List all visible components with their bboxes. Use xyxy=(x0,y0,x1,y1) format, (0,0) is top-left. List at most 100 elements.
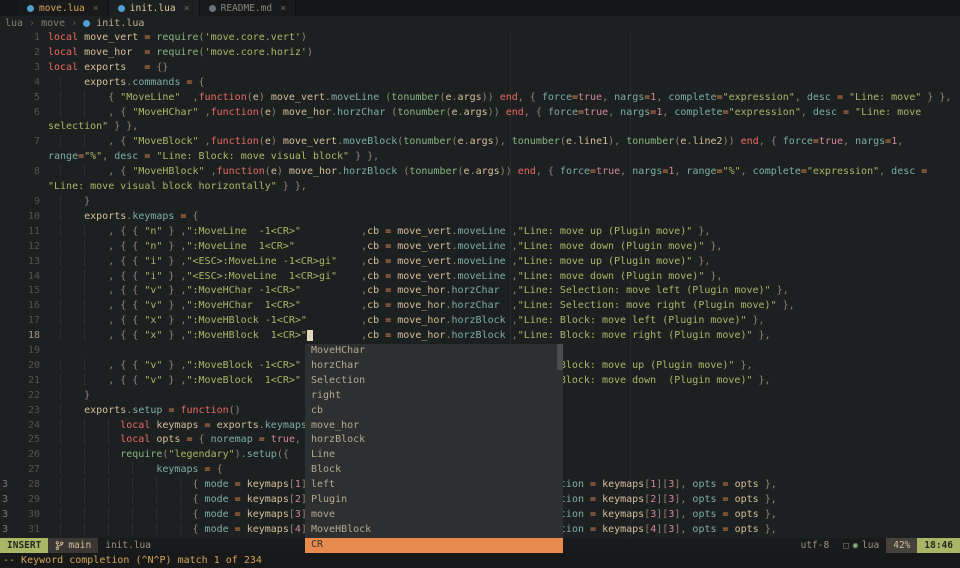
line-number xyxy=(14,180,40,195)
clock: 18:46 xyxy=(917,538,960,553)
line-number: 16 xyxy=(27,300,40,312)
code-text[interactable]: ▏ ▏ ▏ require("legendary").setup({ xyxy=(40,448,289,463)
fold-column[interactable]: 3 xyxy=(0,478,14,493)
completion-popup: MoveHChar horzChar Selection right cb move_ho… xyxy=(305,344,563,553)
completion-item[interactable]: Selection xyxy=(305,374,563,389)
code-text[interactable]: local exports = {} xyxy=(40,61,168,76)
code-text[interactable]: ▏ ▏ , { "MoveHChar" ,function(e) move_ho… xyxy=(40,106,921,121)
completion-item[interactable]: Line xyxy=(305,448,563,463)
code-text[interactable]: ▏ } xyxy=(40,389,90,404)
fold-column[interactable] xyxy=(0,135,14,150)
fold-column[interactable] xyxy=(0,225,14,240)
code-text[interactable]: ▏ ▏ , { { "n" } ,":MoveLine 1<CR>" ,cb =… xyxy=(40,240,722,255)
code-text[interactable]: range="%", desc = "Line: Block: move vis… xyxy=(40,150,379,165)
fold-column[interactable]: 3 xyxy=(0,508,14,523)
completion-item[interactable]: Block xyxy=(305,463,563,478)
breadcrumb-dir[interactable]: move xyxy=(41,18,65,29)
completion-item-selected[interactable]: CR xyxy=(305,537,563,553)
close-icon[interactable]: × xyxy=(184,3,190,14)
close-icon[interactable]: × xyxy=(280,3,286,14)
fold-column[interactable] xyxy=(0,299,14,314)
code-line: 2 local move_hor = require('move.core.hor… xyxy=(0,46,960,61)
editor-tab[interactable]: README.md × xyxy=(199,0,297,16)
code-text[interactable]: "Line: move visual block horizontally" }… xyxy=(40,180,307,195)
completion-item[interactable]: MoveHBlock xyxy=(305,523,563,538)
fold-column[interactable]: 3 xyxy=(0,493,14,508)
fold-column[interactable] xyxy=(0,374,14,389)
completion-item[interactable]: move xyxy=(305,508,563,523)
code-text[interactable]: ▏ ▏ , { { "i" } ,"<ESC>:MoveLine -1<CR>g… xyxy=(40,255,710,270)
code-text[interactable]: ▏ ▏ { "MoveLine" ,function(e) move_vert.… xyxy=(40,91,951,106)
fold-column[interactable] xyxy=(0,433,14,448)
code-text[interactable]: ▏ ▏ , { { "n" } ,":MoveLine -1<CR>" ,cb … xyxy=(40,225,710,240)
fold-column[interactable] xyxy=(0,165,14,180)
tab-label: init.lua xyxy=(129,2,176,14)
code-text[interactable]: ▏ ▏ , { { "v" } ,":MoveHChar 1<CR>" ,cb … xyxy=(40,299,795,314)
code-text[interactable]: local move_vert = require('move.core.ver… xyxy=(40,31,307,46)
code-text[interactable]: selection" } }, xyxy=(40,120,138,135)
fold-column[interactable] xyxy=(0,210,14,225)
fold-column[interactable] xyxy=(0,106,14,121)
fold-column[interactable] xyxy=(0,195,14,210)
code-text[interactable]: ▏ ▏ ▏ ▏ keymaps = { xyxy=(40,463,223,478)
completion-item[interactable]: MoveHChar xyxy=(305,344,563,359)
fold-column[interactable] xyxy=(0,91,14,106)
editor-tab[interactable]: move.lua × xyxy=(18,0,109,16)
fold-column[interactable] xyxy=(0,150,14,165)
fold-column[interactable] xyxy=(0,255,14,270)
fold-column[interactable] xyxy=(0,359,14,374)
line-number: 18 xyxy=(27,330,40,342)
code-text[interactable]: local move_hor = require('move.core.hori… xyxy=(40,46,313,61)
fold-column[interactable] xyxy=(0,404,14,419)
fold-column[interactable]: 3 xyxy=(0,523,14,538)
code-text[interactable]: ▏ ▏ , { "MoveBlock" ,function(e) move_ve… xyxy=(40,135,903,150)
code-text[interactable]: ▏ ▏ , { "MoveHBlock" ,function(e) move_h… xyxy=(40,165,927,180)
fold-column[interactable] xyxy=(0,284,14,299)
completion-item[interactable]: left xyxy=(305,478,563,493)
line-number: 17 xyxy=(27,315,40,327)
editor-window: move.lua × init.lua × README.md × lua › move … xyxy=(0,0,960,568)
breadcrumb-file[interactable]: init.lua xyxy=(96,18,144,29)
fold-column[interactable] xyxy=(0,61,14,76)
code-text[interactable]: ▏ exports.commands = { xyxy=(40,76,205,91)
code-text[interactable]: ▏ } xyxy=(40,195,90,210)
code-text[interactable] xyxy=(40,344,48,359)
fold-column[interactable] xyxy=(0,463,14,478)
markdown-icon xyxy=(208,4,216,12)
completion-item[interactable]: horzBlock xyxy=(305,433,563,448)
fold-column[interactable] xyxy=(0,314,14,329)
fold-column[interactable] xyxy=(0,448,14,463)
fold-column[interactable] xyxy=(0,240,14,255)
fold-column[interactable] xyxy=(0,31,14,46)
fold-column[interactable] xyxy=(0,270,14,285)
completion-item[interactable]: Plugin xyxy=(305,493,563,508)
fold-column[interactable] xyxy=(0,329,14,344)
fold-column[interactable] xyxy=(0,120,14,135)
fold-column[interactable] xyxy=(0,180,14,195)
fold-column[interactable] xyxy=(0,419,14,434)
code-text[interactable]: ▏ ▏ , { { "x" } ,":MoveHBlock 1<CR>" ,cb… xyxy=(40,329,771,344)
code-line: 6 ▏ ▏ , { "MoveHChar" ,function(e) move_… xyxy=(0,106,960,121)
fold-column[interactable] xyxy=(0,76,14,91)
fold-column[interactable] xyxy=(0,46,14,61)
code-text[interactable]: ▏ exports.keymaps = { xyxy=(40,210,199,225)
code-text[interactable]: ▏ exports.setup = function() xyxy=(40,404,241,419)
completion-item[interactable]: move_hor xyxy=(305,419,563,434)
completion-item[interactable]: cb xyxy=(305,404,563,419)
code-text[interactable]: ▏ ▏ ▏ local keymaps = exports.keymaps xyxy=(40,419,307,434)
line-number: 15 xyxy=(27,285,40,297)
editor-tab[interactable]: init.lua × xyxy=(108,0,200,16)
completion-item[interactable]: right xyxy=(305,389,563,404)
git-branch-segment[interactable]: main xyxy=(48,538,99,553)
popup-scrollbar[interactable] xyxy=(557,344,563,370)
line-number: 9 xyxy=(33,195,40,207)
tab-label: README.md xyxy=(220,2,273,14)
code-text[interactable]: ▏ ▏ , { { "x" } ,":MoveHBlock -1<CR>" ,c… xyxy=(40,314,765,329)
breadcrumb-dir[interactable]: lua xyxy=(5,18,23,29)
code-text[interactable]: ▏ ▏ , { { "i" } ,"<ESC>:MoveLine 1<CR>gi… xyxy=(40,270,722,285)
code-text[interactable]: ▏ ▏ , { { "v" } ,":MoveHChar -1<CR>" ,cb… xyxy=(40,284,789,299)
close-icon[interactable]: × xyxy=(93,3,99,14)
fold-column[interactable] xyxy=(0,389,14,404)
completion-item[interactable]: horzChar xyxy=(305,359,563,374)
fold-column[interactable] xyxy=(0,344,14,359)
